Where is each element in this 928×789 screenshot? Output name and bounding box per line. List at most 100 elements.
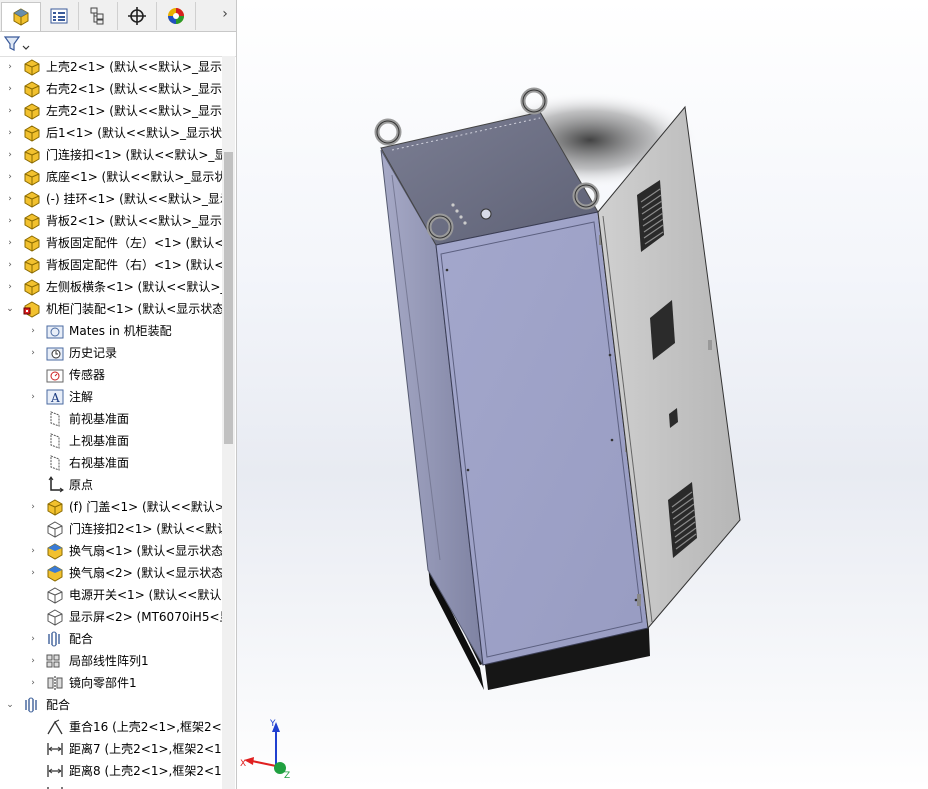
mates-icon (25, 697, 37, 713)
expand-toggle-icon[interactable]: › (28, 501, 38, 513)
collapse-toggle-icon[interactable]: ⌄ (5, 699, 15, 711)
expand-toggle-icon[interactable]: › (5, 237, 15, 249)
expand-toggle-icon[interactable]: › (5, 193, 15, 205)
collapse-toggle-icon[interactable]: ⌄ (5, 303, 15, 315)
tree-item-label: 门连接扣2<1> (默认<<默认 (69, 522, 222, 536)
graphics-viewport[interactable] (237, 0, 928, 789)
tree-item[interactable]: › 左壳2<1> (默认<<默认>_显示状 (0, 100, 222, 122)
expand-toggle-icon[interactable]: › (28, 347, 38, 359)
plane-icon (50, 411, 60, 427)
tree-item[interactable]: › 换气扇<1> (默认<显示状态 (0, 540, 222, 562)
tree-item[interactable] (0, 782, 222, 789)
expand-toggle-icon[interactable]: › (28, 325, 38, 337)
part-icon (24, 169, 40, 186)
annotation-icon: A (46, 389, 64, 405)
expand-toggle-icon[interactable]: › (5, 127, 15, 139)
tree-item[interactable]: › 历史记录 (0, 342, 222, 364)
tree-item-label: 左壳2<1> (默认<<默认>_显示状 (46, 104, 222, 118)
tree-item[interactable]: 电源开关<1> (默认<<默认> (0, 584, 222, 606)
expand-toggle-icon[interactable]: › (5, 171, 15, 183)
tree-item[interactable]: › 右壳2<1> (默认<<默认>_显示状 (0, 78, 222, 100)
tree-item[interactable]: 显示屏<2> (MT6070iH5<显 (0, 606, 222, 628)
part-icon (24, 103, 40, 120)
tree-item-label: 右视基准面 (69, 456, 130, 470)
tree-item[interactable]: 距离7 (上壳2<1>,框架2<1> (0, 738, 222, 760)
tree-item[interactable]: 门连接扣2<1> (默认<<默认 (0, 518, 222, 540)
tree-item[interactable]: 上视基准面 (0, 430, 222, 452)
mates-folder-icon (46, 325, 64, 339)
tree-item-label: 距离8 (上壳2<1>,框架2<1> (69, 764, 222, 778)
part-outline-icon (47, 521, 63, 538)
tree-item[interactable]: › 背板2<1> (默认<<默认>_显示状 (0, 210, 222, 232)
tree-item[interactable]: › 后1<1> (默认<<默认>_显示状态 (0, 122, 222, 144)
property-manager-tab[interactable] (40, 2, 79, 30)
tree-item[interactable]: › 门连接扣<1> (默认<<默认>_显 (0, 144, 222, 166)
feature-manager-panel: › › 上壳2<1> (默认<<默认>_显示状 › 右壳2<1> (默认<<默认>_显… (0, 0, 237, 789)
tree-item[interactable]: › Mates in 机柜装配 (0, 320, 222, 342)
tree-item[interactable]: › 底座<1> (默认<<默认>_显示状 (0, 166, 222, 188)
tree-item-label: 配合 (69, 632, 94, 646)
history-icon (46, 347, 64, 361)
configuration-icon (90, 7, 104, 25)
tree-item[interactable]: › 换气扇<2> (默认<显示状态 (0, 562, 222, 584)
distance-icon (47, 787, 63, 789)
coincident-icon (47, 719, 63, 735)
crosshair-icon (128, 7, 146, 25)
tree-item[interactable]: › 背板固定配件（左）<1> (默认< (0, 232, 222, 254)
dimxpert-tab[interactable] (118, 2, 157, 30)
tree-item-label: 背板固定配件（右）<1> (默认< (46, 258, 222, 272)
expand-toggle-icon[interactable]: › (28, 677, 38, 689)
tree-item[interactable]: ⌄ 机柜门装配<1> (默认<显示状态 (0, 298, 222, 320)
feature-manager-tab[interactable] (1, 2, 41, 31)
expand-toggle-icon[interactable]: › (5, 83, 15, 95)
tree-item[interactable]: › 上壳2<1> (默认<<默认>_显示状 (0, 56, 222, 78)
tree-item[interactable]: › 局部线性阵列1 (0, 650, 222, 672)
plane-icon (50, 433, 60, 449)
tree-item-label: 上视基准面 (69, 434, 130, 448)
tree-item[interactable]: › 背板固定配件（右）<1> (默认< (0, 254, 222, 276)
expand-toggle-icon[interactable]: › (5, 61, 15, 73)
sensor-icon (46, 369, 64, 383)
tree-item[interactable]: 重合16 (上壳2<1>,框架2<1 (0, 716, 222, 738)
tree-item[interactable]: 原点 (0, 474, 222, 496)
tree-item-label: 背板2<1> (默认<<默认>_显示状 (46, 214, 222, 228)
tree-item-label: 换气扇<1> (默认<显示状态 (69, 544, 222, 558)
tree-item[interactable]: 右视基准面 (0, 452, 222, 474)
distance-icon (47, 765, 63, 777)
expand-toggle-icon[interactable]: › (28, 567, 38, 579)
tree-scrollbar[interactable] (222, 56, 235, 789)
reference-triad: Y X Z (240, 719, 290, 780)
part-icon (24, 191, 40, 208)
expand-toggle-icon[interactable]: › (5, 281, 15, 293)
tree-item[interactable]: 距离8 (上壳2<1>,框架2<1> (0, 760, 222, 782)
part-icon (24, 147, 40, 164)
tree-item[interactable]: › A 注解 (0, 386, 222, 408)
expand-toggle-icon[interactable]: › (5, 215, 15, 227)
tree-item[interactable]: › (f) 门盖<1> (默认<<默认>_ (0, 496, 222, 518)
tree-item[interactable]: › (-) 挂环<1> (默认<<默认>_显示 (0, 188, 222, 210)
tree-item-label: Mates in 机柜装配 (69, 324, 172, 338)
tree-item-label: 距离7 (上壳2<1>,框架2<1> (69, 742, 222, 756)
tree-item[interactable]: › 左侧板横条<1> (默认<<默认>_ (0, 276, 222, 298)
display-manager-tab[interactable] (157, 2, 196, 30)
tabs-scroll-right-icon[interactable]: › (216, 6, 234, 26)
tree-item[interactable]: › 配合 (0, 628, 222, 650)
expand-toggle-icon[interactable]: › (28, 633, 38, 645)
linear-pattern-icon (46, 654, 60, 668)
scrollbar-thumb[interactable] (224, 152, 233, 444)
tree-item[interactable]: › 镜向零部件1 (0, 672, 222, 694)
expand-toggle-icon[interactable]: › (28, 391, 38, 403)
triad-x-label: X (240, 759, 246, 769)
tree-item[interactable]: 前视基准面 (0, 408, 222, 430)
filter-icon (3, 36, 30, 51)
expand-toggle-icon[interactable]: › (5, 259, 15, 271)
expand-toggle-icon[interactable]: › (28, 545, 38, 557)
configuration-manager-tab[interactable] (79, 2, 118, 30)
filter-button[interactable] (3, 35, 31, 53)
expand-toggle-icon[interactable]: › (5, 105, 15, 117)
filter-bar (0, 32, 236, 57)
expand-toggle-icon[interactable]: › (5, 149, 15, 161)
tree-item[interactable]: 传感器 (0, 364, 222, 386)
expand-toggle-icon[interactable]: › (28, 655, 38, 667)
tree-item[interactable]: ⌄ 配合 (0, 694, 222, 716)
